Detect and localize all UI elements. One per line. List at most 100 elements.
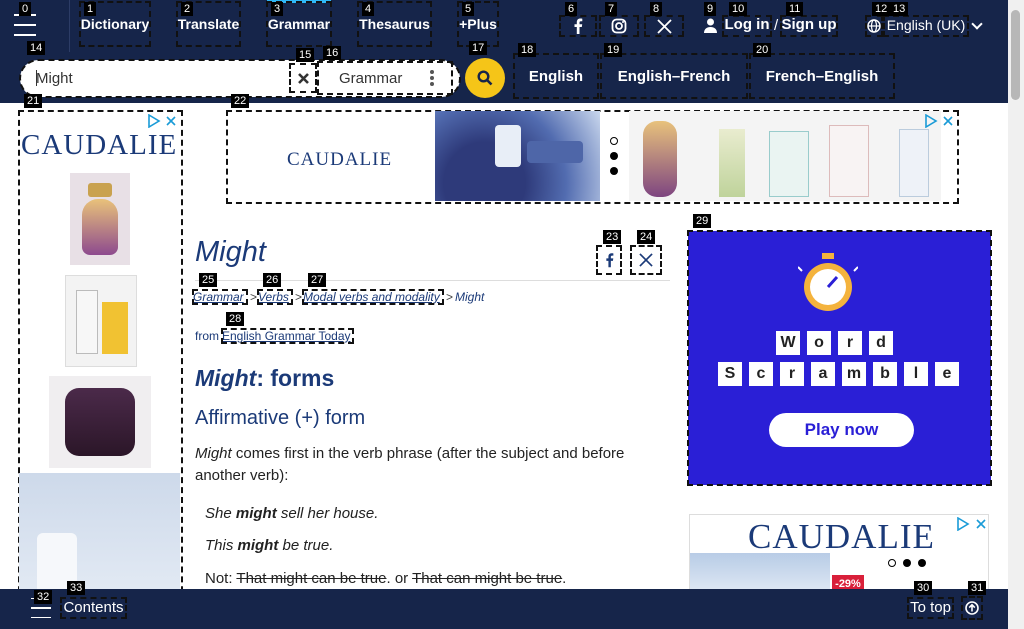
marker-label: 29 [693, 214, 712, 228]
share-facebook-button[interactable] [596, 245, 622, 275]
user-account [700, 14, 720, 36]
example-text: sell her house. [276, 505, 379, 522]
ad-close-icon[interactable] [165, 114, 177, 126]
intro-text: comes first in the verb phrase (after th… [195, 445, 625, 484]
search-button[interactable] [465, 58, 505, 98]
marker-label: 10 [729, 2, 748, 16]
word-scramble-ad[interactable]: Word Scramble Play now [687, 230, 992, 486]
example-text: . or [386, 570, 413, 587]
instagram-link[interactable] [599, 15, 639, 37]
marker-label: 24 [637, 230, 656, 244]
marker-label: 5 [462, 2, 475, 16]
marker-label: 13 [890, 2, 909, 16]
language-selector[interactable]: English (UK) [883, 15, 969, 37]
to-top-button[interactable]: To top [907, 597, 954, 619]
source-link[interactable]: English Grammar Today [221, 328, 354, 344]
banner-product-row [629, 111, 941, 201]
marker-label: 23 [603, 230, 622, 244]
login-link[interactable]: Log in [722, 15, 772, 37]
breadcrumb-verbs[interactable]: Verbs [257, 289, 293, 305]
ad-brand-logo: CAUDALIE [21, 129, 178, 161]
right-ad-carousel-dots[interactable] [888, 559, 928, 569]
dictionary-selector[interactable]: Grammar [317, 61, 453, 95]
language-globe[interactable] [865, 15, 883, 37]
facebook-icon [574, 18, 583, 34]
play-now-button[interactable]: Play now [769, 413, 914, 447]
nav-dictionary-label: Dictionary [80, 16, 150, 32]
right-ad-adchoices-icon[interactable] [956, 516, 970, 532]
marker-label: 2 [181, 2, 194, 16]
right-ad-close-icon[interactable] [975, 517, 987, 529]
example-sentence: This might be true. [205, 537, 333, 554]
tab-english[interactable]: English [513, 53, 599, 99]
marker-label: 7 [605, 2, 618, 16]
marker-label: 0 [19, 2, 32, 16]
page-title: Might [195, 236, 266, 268]
login-slash: / [774, 17, 779, 34]
incorrect-example: That might can be true [236, 570, 387, 587]
contents-label: Contents [63, 599, 124, 616]
marker-label: 26 [263, 273, 282, 287]
x-link[interactable] [644, 15, 684, 37]
adchoices-icon[interactable] [147, 113, 161, 129]
incorrect-examples: Not: That might can be true. or That can… [205, 570, 566, 587]
stopwatch-icon [797, 251, 859, 315]
top-banner-ad[interactable]: CAUDALIE [226, 110, 959, 204]
bottom-bar [0, 589, 1008, 629]
letter-tile: c [749, 362, 773, 386]
marker-label: 15 [296, 48, 315, 62]
letter-tile: e [935, 362, 959, 386]
marker-label: 31 [968, 581, 987, 595]
tab-english-french[interactable]: English–French [600, 53, 748, 99]
example-keyword: might [235, 505, 277, 522]
marker-label: 32 [34, 590, 53, 604]
example-text: This [205, 537, 238, 554]
banner-adchoices-icon[interactable] [924, 113, 938, 129]
breadcrumb-grammar[interactable]: Grammar [192, 289, 248, 305]
example-text: She [205, 505, 236, 522]
marker-label: 25 [199, 273, 218, 287]
section-heading-rest: : forms [256, 365, 335, 391]
not-label: Not: [205, 570, 237, 587]
letter-tile: o [807, 331, 831, 355]
clear-search-button[interactable] [289, 63, 317, 93]
banner-carousel-dots[interactable] [609, 137, 619, 177]
nav-plus-label: +Plus [459, 16, 497, 32]
letter-tile: d [869, 331, 893, 355]
search-icon [477, 70, 493, 86]
marker-label: 30 [914, 581, 933, 595]
marker-label: 28 [226, 312, 245, 326]
breadcrumb-separator: > [295, 290, 303, 304]
login-label: Log in [724, 16, 770, 33]
letter-tiles: Scramble [718, 362, 959, 386]
tab-french-english[interactable]: French–English [749, 53, 895, 99]
facebook-link[interactable] [559, 15, 597, 37]
letter-tile: a [811, 362, 835, 386]
user-icon [703, 18, 717, 33]
example-text: be true. [278, 537, 334, 554]
marker-label: 12 [872, 2, 891, 16]
hamburger-line [31, 607, 51, 609]
section-heading-word: Might [195, 365, 257, 391]
right-product-ad[interactable]: CAUDALIE -29% [689, 514, 989, 594]
scrollbar-thumb[interactable] [1011, 10, 1020, 100]
tab-english-label: English [528, 67, 584, 85]
banner-close-icon[interactable] [942, 114, 954, 126]
incorrect-example: That can might be true [412, 570, 563, 587]
marker-label: 21 [24, 94, 43, 108]
ad-product-cream [49, 376, 151, 468]
marker-label: 6 [565, 2, 578, 16]
to-top-arrow-button[interactable] [961, 596, 983, 620]
scramble-row-scramble: Scramble [718, 362, 959, 386]
share-x-button[interactable] [630, 245, 662, 275]
breadcrumb-modal-verbs[interactable]: Modal verbs and modality [302, 289, 444, 305]
left-sidebar-ad[interactable]: CAUDALIE [18, 110, 183, 629]
ad-product-serum [65, 275, 137, 367]
x-icon [656, 18, 672, 34]
contents-button[interactable]: Contents [60, 597, 127, 619]
signup-link[interactable]: Sign up [780, 15, 838, 37]
search-input[interactable] [36, 66, 286, 90]
marker-label: 9 [704, 2, 717, 16]
nav-grammar-label: Grammar [267, 16, 331, 32]
right-ad-brand-logo: CAUDALIE [748, 517, 935, 556]
